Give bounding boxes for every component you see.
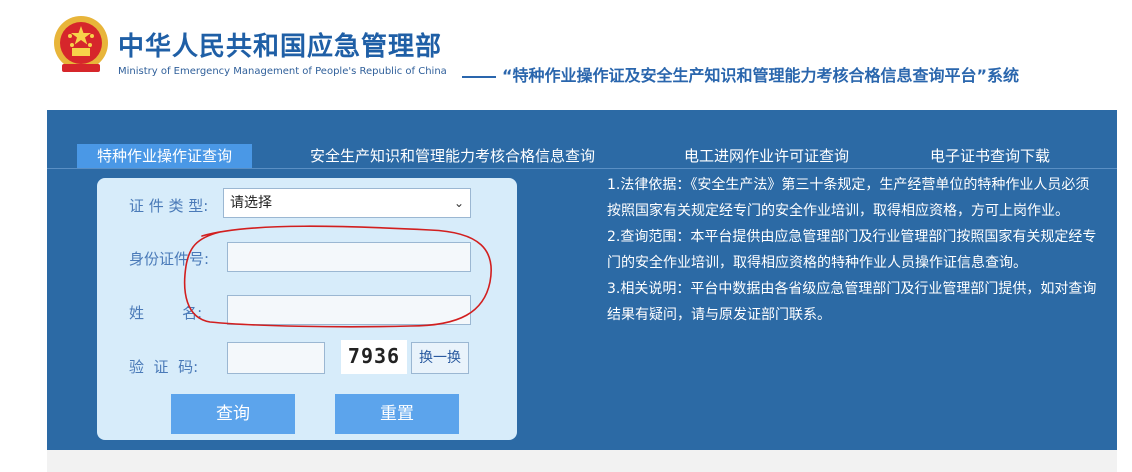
info-legal-basis: 1.法律依据：《安全生产法》第三十条规定，生产经营单位的特种作业人员必须按照国家… bbox=[607, 177, 1090, 219]
tab-special-operation-cert[interactable]: 特种作业操作证查询 bbox=[77, 144, 253, 168]
main-band: 特种作业操作证查询 安全生产知识和管理能力考核合格信息查询 电工进网作业许可证查… bbox=[47, 110, 1117, 450]
site-title: 中华人民共和国应急管理部 bbox=[118, 32, 443, 62]
tab-electrician-permit[interactable]: 电工进网作业许可证查询 bbox=[684, 144, 849, 168]
captcha-label: 验 证 码: bbox=[129, 358, 199, 376]
national-emblem-icon bbox=[54, 16, 108, 72]
cert-type-label: 证 件 类 型: bbox=[129, 197, 209, 215]
cert-type-select[interactable]: 请选择 ⌄ bbox=[223, 188, 471, 218]
tabs-divider bbox=[47, 168, 1117, 169]
captcha-image[interactable]: 7936 bbox=[341, 340, 407, 374]
captcha-refresh-button[interactable]: 换一换 bbox=[411, 342, 469, 374]
id-number-label: 身份证件号: bbox=[129, 250, 210, 268]
tab-safety-knowledge[interactable]: 安全生产知识和管理能力考核合格信息查询 bbox=[310, 144, 595, 168]
query-form-panel: 证 件 类 型: 请选择 ⌄ 身份证件号: 姓 名: 验 证 码: 7936 换… bbox=[97, 178, 517, 440]
query-button[interactable]: 查询 bbox=[171, 394, 295, 434]
site-title-english: Ministry of Emergency Management of Peop… bbox=[118, 66, 447, 77]
info-query-scope: 2.查询范围：本平台提供由应急管理部门及行业管理部门按照国家有关规定经专门的安全… bbox=[607, 229, 1097, 271]
chevron-down-icon: ⌄ bbox=[453, 196, 464, 210]
name-input[interactable] bbox=[227, 295, 471, 325]
name-label: 姓 名: bbox=[129, 304, 203, 322]
id-number-input[interactable] bbox=[227, 242, 471, 272]
slogan-dash bbox=[462, 75, 496, 78]
info-notes: 3.相关说明：平台中数据由各省级应急管理部门及行业管理部门提供，如对查询结果有疑… bbox=[607, 281, 1097, 323]
captcha-input[interactable] bbox=[227, 342, 325, 374]
info-panel: 1.法律依据：《安全生产法》第三十条规定，生产经营单位的特种作业人员必须按照国家… bbox=[607, 172, 1097, 328]
footer-strip bbox=[47, 450, 1117, 472]
slogan-text: “特种作业操作证及安全生产知识和管理能力考核合格信息查询平台”系统 bbox=[502, 66, 1020, 85]
cert-type-value: 请选择 bbox=[230, 195, 272, 211]
tab-e-certificate-download[interactable]: 电子证书查询下载 bbox=[930, 144, 1050, 168]
reset-button[interactable]: 重置 bbox=[335, 394, 459, 434]
platform-slogan: “特种作业操作证及安全生产知识和管理能力考核合格信息查询平台”系统 bbox=[462, 62, 1019, 86]
page-root: 中华人民共和国应急管理部 Ministry of Emergency Manag… bbox=[0, 0, 1132, 472]
